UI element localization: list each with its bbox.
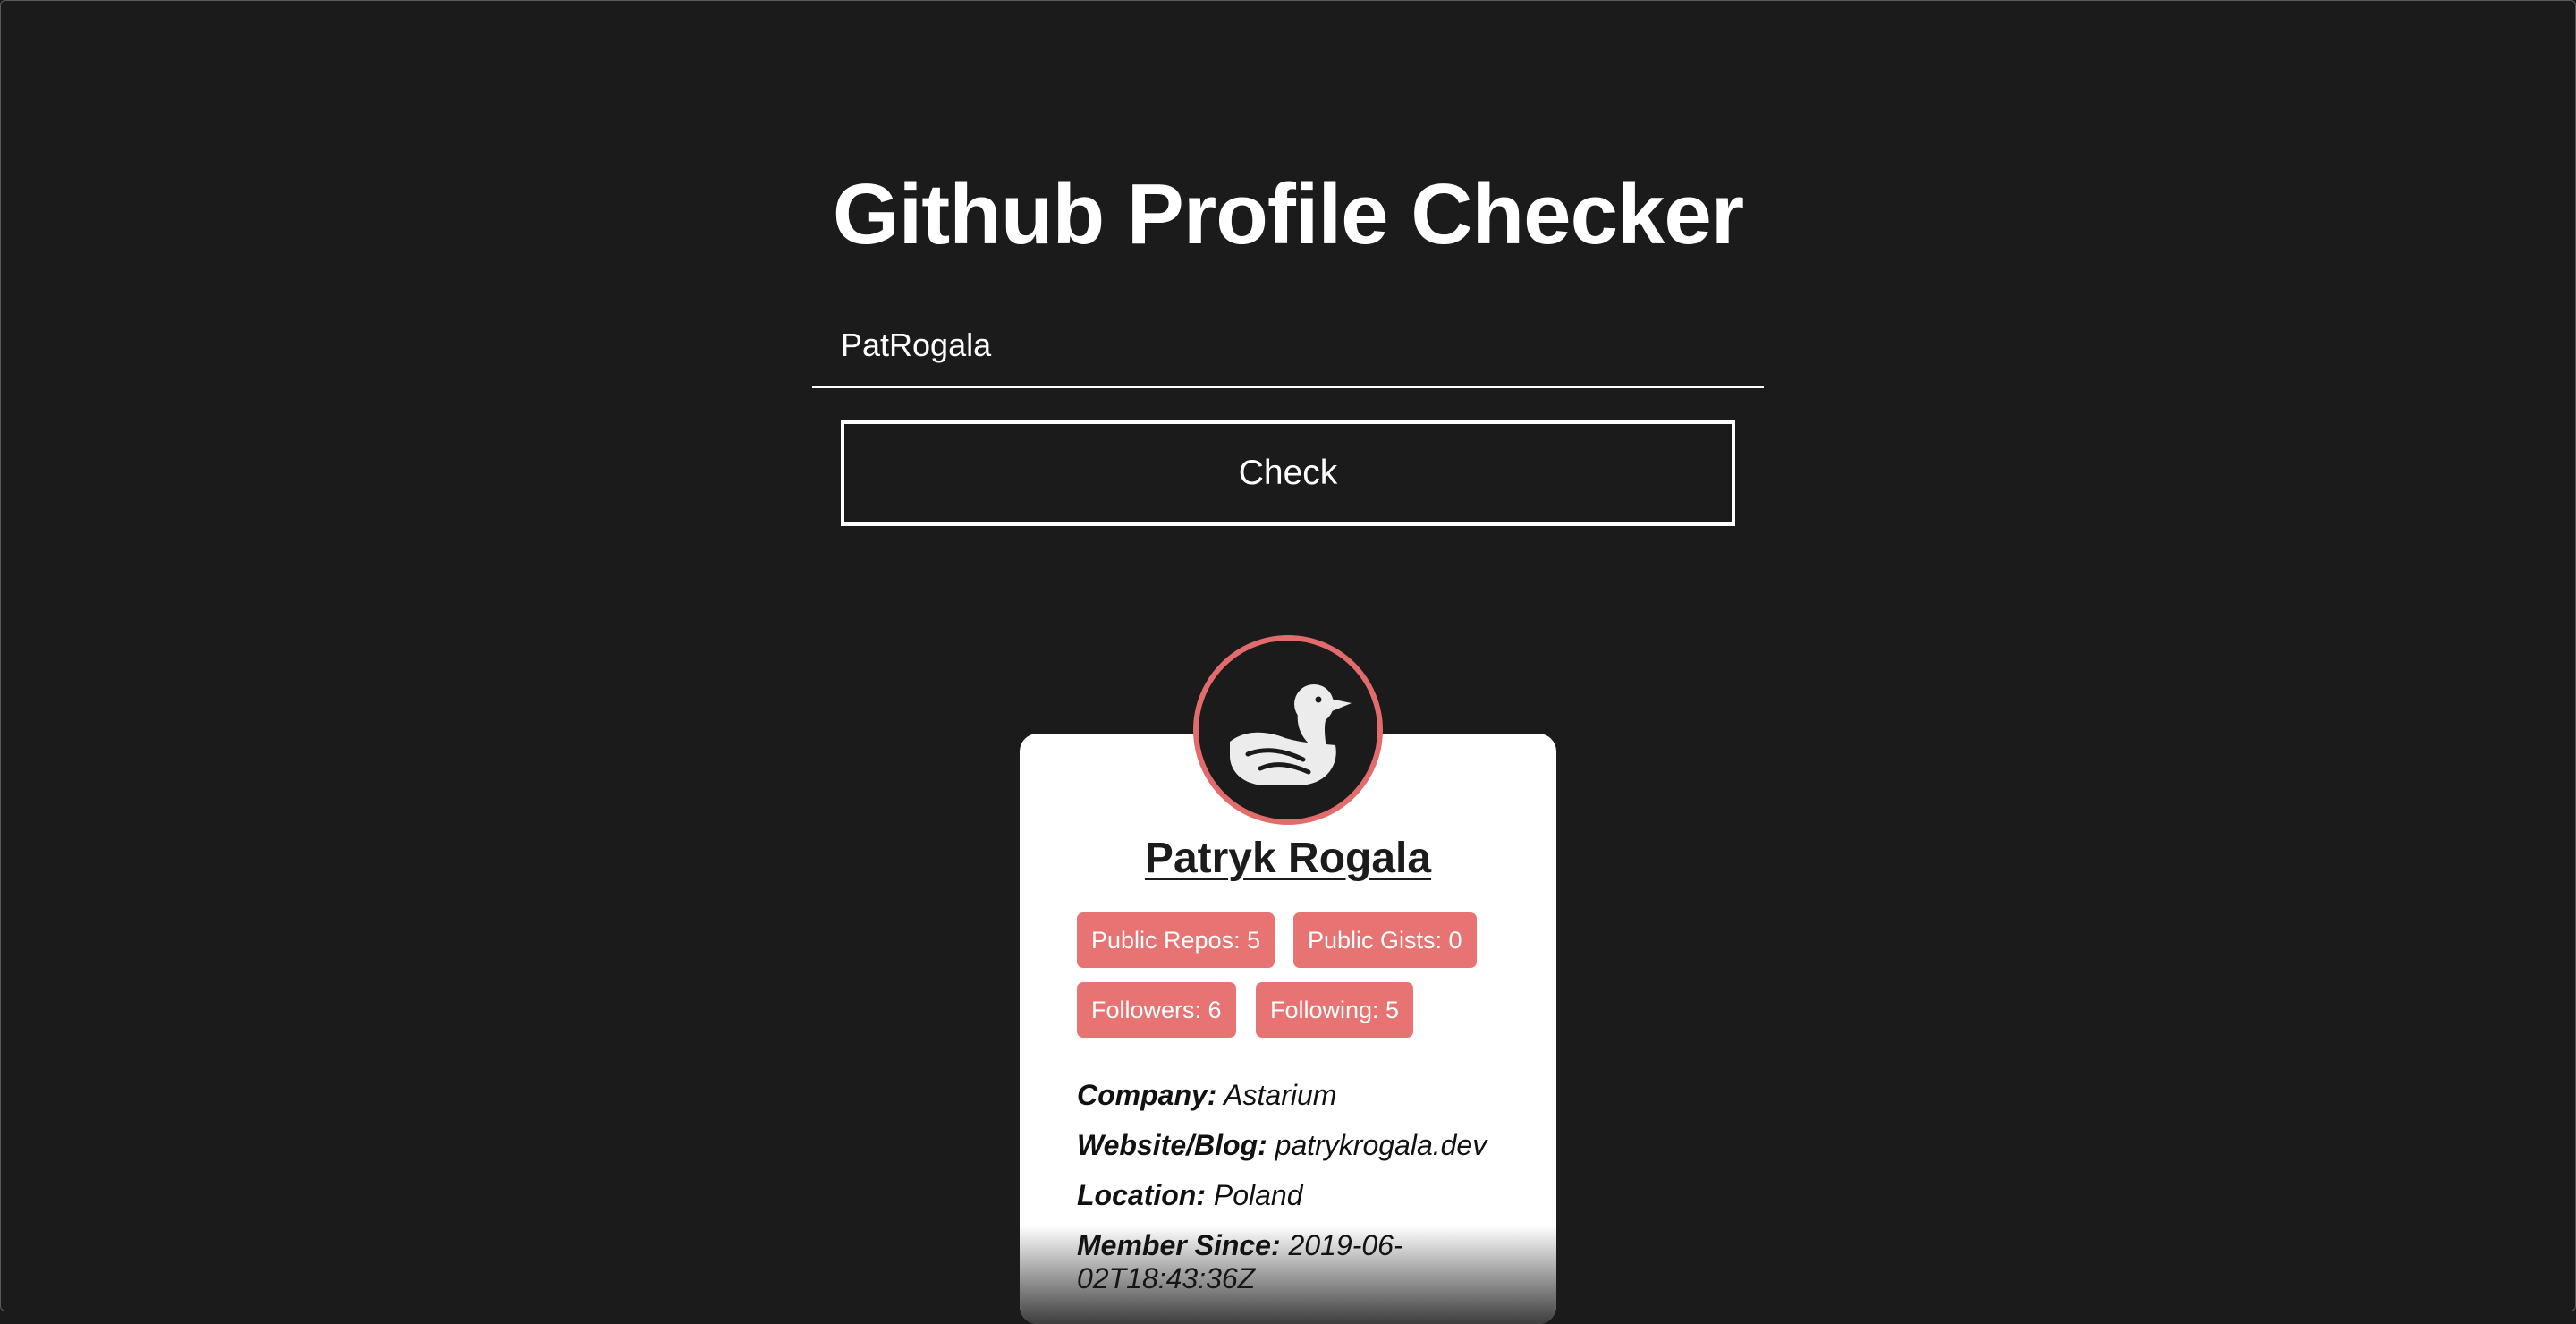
member-since-row: Member Since: 2019-06-02T18:43:36Z [1077, 1229, 1453, 1295]
company-value: Astarium [1224, 1079, 1337, 1111]
public-gists-badge: Public Gists: 0 [1293, 912, 1477, 968]
page-title: Github Profile Checker [832, 166, 1744, 262]
member-since-label: Member Since: [1077, 1229, 1281, 1261]
profile-name-link[interactable]: Patryk Rogala [1020, 832, 1556, 886]
duck-icon [1230, 684, 1352, 785]
location-label: Location: [1077, 1179, 1206, 1211]
website-value: patrykrogala.dev [1275, 1129, 1487, 1161]
location-value: Poland [1213, 1179, 1303, 1211]
username-input[interactable] [812, 304, 1764, 388]
company-label: Company: [1077, 1079, 1217, 1111]
followers-badge: Followers: 6 [1077, 982, 1236, 1038]
company-row: Company: Astarium [1077, 1079, 1542, 1112]
following-badge: Following: 5 [1256, 982, 1414, 1038]
public-repos-badge: Public Repos: 5 [1077, 912, 1275, 968]
check-button[interactable]: Check [841, 420, 1735, 526]
website-row: Website/Blog: patrykrogala.dev [1077, 1129, 1542, 1162]
website-label: Website/Blog: [1077, 1129, 1267, 1161]
avatar [1193, 635, 1383, 825]
location-row: Location: Poland [1077, 1179, 1542, 1212]
